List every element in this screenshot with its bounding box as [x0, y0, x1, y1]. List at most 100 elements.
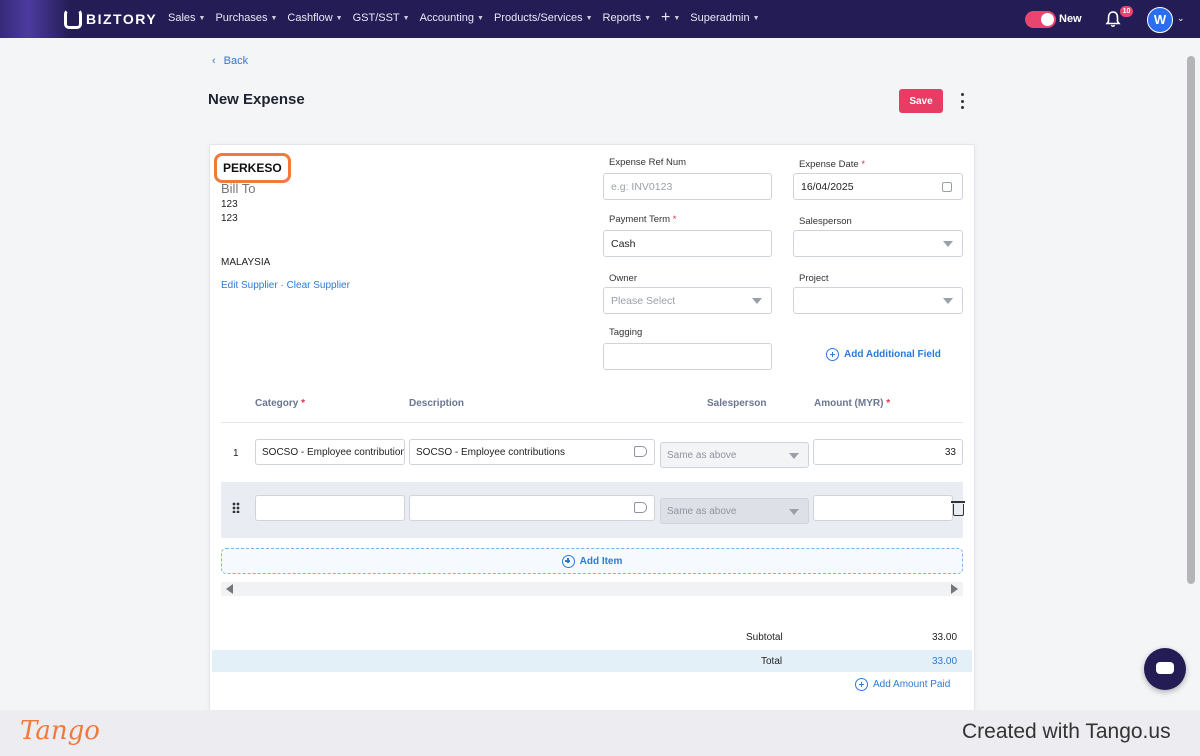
subtotal-value: 33.00	[932, 632, 958, 643]
description-header: Description	[409, 398, 465, 409]
caret-down-icon: ▼	[402, 14, 410, 22]
amount-header: Amount (MYR) *	[814, 398, 890, 409]
menu-purchases[interactable]: Purchases ▼	[215, 12, 277, 24]
required-asterisk: *	[301, 398, 306, 409]
expense-ref-input[interactable]: e.g: INV0123	[603, 173, 772, 200]
add-additional-field-button[interactable]: Add Additional Field	[826, 348, 941, 361]
dropdown-arrow-icon	[943, 298, 953, 304]
salesperson-select[interactable]	[793, 230, 963, 257]
tagging-label: Tagging	[609, 327, 643, 338]
trash-icon[interactable]	[951, 501, 965, 516]
calendar-icon[interactable]	[942, 182, 952, 192]
menu-sales[interactable]: Sales ▼	[168, 12, 205, 24]
menu-quick-add[interactable]: + ▼	[661, 9, 681, 26]
bell-icon[interactable]	[1105, 10, 1121, 28]
tag-icon[interactable]	[634, 446, 647, 457]
owner-select[interactable]: Please Select	[603, 287, 772, 314]
chat-icon[interactable]	[1144, 648, 1186, 690]
supplier-actions-link[interactable]: Edit Supplier · Clear Supplier	[221, 280, 350, 291]
menu-reports[interactable]: Reports ▼	[603, 12, 651, 24]
back-link[interactable]: ‹ Back	[212, 55, 248, 67]
menu-superadmin[interactable]: Superadmin ▼	[690, 12, 759, 24]
brand-logo[interactable]: BIZTORY	[64, 9, 157, 29]
required-asterisk: *	[672, 214, 677, 225]
main-menu: Sales ▼ Purchases ▼ Cashflow ▼ GST/SST ▼ Acc…	[168, 9, 760, 26]
scroll-left-icon[interactable]	[226, 584, 233, 594]
chevron-down-icon[interactable]: ⌄	[1177, 13, 1185, 24]
caret-down-icon: ▼	[752, 14, 760, 22]
menu-label: Purchases	[215, 12, 268, 24]
expense-date-input[interactable]: 16/04/2025	[793, 173, 963, 200]
tag-icon[interactable]	[634, 502, 647, 513]
supplier-name[interactable]: PERKESO	[214, 153, 291, 183]
dropdown-arrow-icon	[943, 241, 953, 247]
brand-name: BIZTORY	[86, 11, 158, 27]
caret-down-icon: ▼	[198, 14, 206, 22]
more-options-icon[interactable]	[957, 93, 967, 109]
menu-gst-sst[interactable]: GST/SST ▼	[353, 12, 410, 24]
top-navbar: BIZTORY Sales ▼ Purchases ▼ Cashflow ▼ GST/…	[0, 0, 1200, 38]
menu-label: Accounting	[419, 12, 475, 24]
payment-term-label-text: Payment Term	[609, 214, 671, 225]
notification-badge: 10	[1120, 6, 1133, 17]
save-button[interactable]: Save	[899, 89, 943, 113]
menu-label: Cashflow	[287, 12, 333, 24]
dropdown-arrow-icon	[752, 298, 762, 304]
item-description-input[interactable]: SOCSO - Employee contributions	[409, 439, 655, 465]
item-amount-input[interactable]: 33	[813, 439, 963, 465]
add-amount-paid-label: Add Amount Paid	[873, 679, 951, 690]
add-item-button[interactable]: Add Item	[221, 548, 963, 574]
caret-down-icon: ▼	[270, 14, 278, 22]
new-ui-toggle[interactable]	[1025, 11, 1056, 28]
menu-label: GST/SST	[352, 12, 400, 24]
tango-logo: Tango	[20, 716, 100, 746]
plus-icon: +	[661, 9, 671, 26]
caret-down-icon: ▼	[335, 14, 343, 22]
scroll-right-icon[interactable]	[951, 584, 958, 594]
menu-label: Sales	[168, 12, 196, 24]
table-horizontal-scrollbar[interactable]	[221, 582, 963, 596]
brand-pattern	[0, 0, 70, 38]
project-label: Project	[799, 273, 829, 284]
item-salesperson-select[interactable]: Same as above	[660, 442, 809, 468]
caret-down-icon: ▼	[644, 14, 652, 22]
salesperson-label: Salesperson	[799, 216, 852, 227]
expense-date-label: Expense Date *	[799, 159, 865, 170]
project-select[interactable]	[793, 287, 963, 314]
brand-mark-icon	[64, 9, 82, 29]
menu-label: Superadmin	[690, 12, 750, 24]
item-amount-input[interactable]	[813, 495, 953, 521]
plus-circle-icon	[561, 554, 575, 568]
expense-ref-label: Expense Ref Num	[609, 157, 687, 168]
page-scrollbar[interactable]	[1187, 56, 1195, 584]
menu-products-services[interactable]: Products/Services ▼	[494, 12, 593, 24]
bill-to-label: Bill To	[221, 181, 256, 196]
expense-date-value: 16/04/2025	[801, 180, 854, 193]
user-avatar[interactable]: W	[1147, 7, 1173, 33]
item-salesperson-select[interactable]: Same as above	[660, 498, 809, 524]
category-header-text: Category	[255, 398, 299, 409]
required-asterisk: *	[861, 159, 866, 170]
item-description-input[interactable]	[409, 495, 655, 521]
caret-down-icon: ▼	[585, 14, 593, 22]
menu-accounting[interactable]: Accounting ▼	[420, 12, 484, 24]
item-category-input[interactable]	[255, 495, 405, 521]
item-category-input[interactable]: SOCSO - Employee contribution	[255, 439, 405, 465]
drag-handle-icon[interactable]	[232, 502, 240, 513]
address-line-2: 123	[221, 213, 238, 224]
add-additional-field-label: Add Additional Field	[844, 349, 941, 360]
payment-term-input[interactable]: Cash	[603, 230, 772, 257]
dropdown-arrow-icon	[789, 509, 799, 515]
table-header-divider	[221, 422, 963, 423]
toggle-label: New	[1059, 13, 1082, 25]
caret-down-icon: ▼	[673, 14, 681, 22]
row-number: 1	[233, 448, 239, 459]
total-value: 33.00	[932, 656, 958, 667]
owner-placeholder: Please Select	[611, 294, 676, 307]
item-salesperson-value: Same as above	[667, 449, 737, 461]
page-title: New Expense	[208, 91, 305, 108]
add-amount-paid-button[interactable]: Add Amount Paid	[855, 678, 950, 691]
tagging-input[interactable]	[603, 343, 772, 370]
menu-label: Reports	[602, 12, 642, 24]
menu-cashflow[interactable]: Cashflow ▼	[287, 12, 342, 24]
